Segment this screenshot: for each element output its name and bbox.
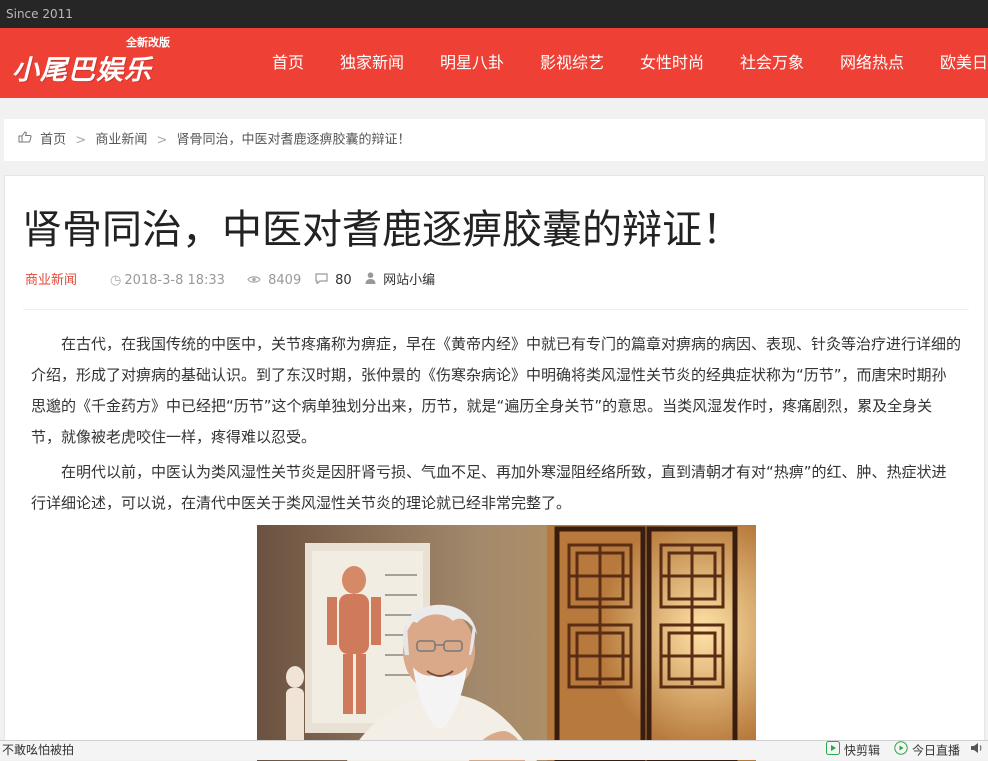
user-icon <box>365 272 380 288</box>
breadcrumb-separator: > <box>156 132 168 148</box>
meta-divider <box>23 309 969 310</box>
nav-item-exclusive-news[interactable]: 独家新闻 <box>340 28 404 98</box>
nav-item-women-fashion[interactable]: 女性时尚 <box>640 28 704 98</box>
article-paragraph: 在古代，在我国传统的中医中，关节疼痛称为痹症，早在《黄帝内经》中就已有专门的篇章… <box>31 335 962 446</box>
meta-datetime-text: 2018-3-8 18:33 <box>124 273 225 288</box>
nav-item-society[interactable]: 社会万象 <box>740 28 804 98</box>
meta-author-text: 网站小编 <box>383 273 436 288</box>
article: 肾骨同治，中医对耆鹿逐痹胶囊的辩证！ 商业新闻 ◷ 2018-3-8 18:33 … <box>4 175 985 761</box>
meta-comments[interactable]: 80 <box>315 271 352 291</box>
eye-icon <box>247 273 265 288</box>
breadcrumb: 首页 > 商业新闻 > 肾骨同治，中医对耆鹿逐痹胶囊的辩证！ <box>4 119 985 161</box>
breadcrumb-home[interactable]: 首页 <box>40 133 66 148</box>
play-circle-icon <box>894 741 908 761</box>
meta-author: 网站小编 <box>365 271 435 291</box>
live-today-item[interactable]: 今日直播 <box>894 741 960 761</box>
breadcrumb-current: 肾骨同治，中医对耆鹿逐痹胶囊的辩证！ <box>176 132 411 148</box>
speaker-icon[interactable] <box>970 741 984 761</box>
status-text: 不敢吆怕被拍 <box>2 743 75 757</box>
site-header: 全新改版 小尾巴娱乐 首页 独家新闻 明星八卦 影视综艺 女性时尚 社会万象 网… <box>0 28 988 98</box>
main-nav: 首页 独家新闻 明星八卦 影视综艺 女性时尚 社会万象 网络热点 欧美日 <box>0 28 988 98</box>
browser-status-bar: 不敢吆怕被拍 快剪辑 今日直播 <box>0 740 988 760</box>
top-bar: Since 2011 <box>0 0 988 28</box>
nav-item-film-tv[interactable]: 影视综艺 <box>540 28 604 98</box>
nav-item-home[interactable]: 首页 <box>272 28 304 98</box>
hand-point-icon <box>18 119 36 161</box>
since-text: Since 2011 <box>6 7 73 21</box>
nav-item-celebrity-gossip[interactable]: 明星八卦 <box>440 28 504 98</box>
meta-datetime: ◷ 2018-3-8 18:33 <box>110 271 225 291</box>
article-paragraph: 在明代以前，中医认为类风湿性关节炎是因肝肾亏损、气血不足、再加外寒湿阻经络所致，… <box>31 463 947 512</box>
live-today-label: 今日直播 <box>912 743 961 758</box>
comment-icon <box>315 273 332 288</box>
meta-views: 8409 <box>247 271 301 291</box>
quick-edit-label: 快剪辑 <box>844 743 881 758</box>
clock-icon: ◷ <box>110 273 122 288</box>
nav-item-hot-topics[interactable]: 网络热点 <box>840 28 904 98</box>
meta-views-text: 8409 <box>268 273 302 288</box>
breadcrumb-separator: > <box>75 132 87 148</box>
video-edit-icon <box>826 741 840 761</box>
breadcrumb-category[interactable]: 商业新闻 <box>95 133 147 148</box>
article-photo-illustration <box>257 525 756 761</box>
meta-comments-text: 80 <box>335 273 352 288</box>
quick-edit-item[interactable]: 快剪辑 <box>826 741 880 761</box>
article-image <box>257 525 756 761</box>
nav-item-western[interactable]: 欧美日 <box>940 28 988 98</box>
article-title: 肾骨同治，中医对耆鹿逐痹胶囊的辩证！ <box>22 207 742 253</box>
meta-category[interactable]: 商业新闻 <box>25 271 77 291</box>
